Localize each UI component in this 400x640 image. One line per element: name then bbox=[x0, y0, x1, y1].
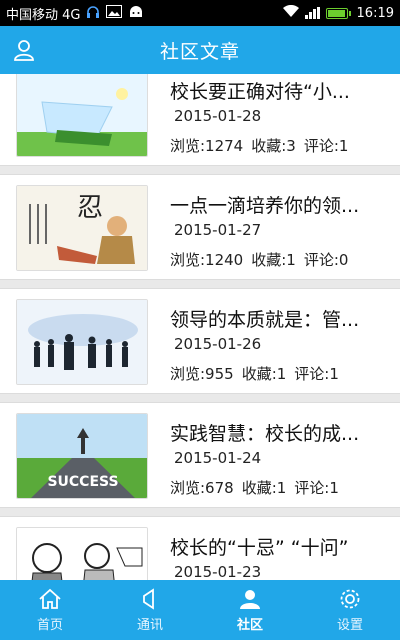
article-card[interactable]: 忍 一点一滴培养你的领... 2015-01-27 浏览:1240 收藏:1 评论:… bbox=[0, 174, 400, 280]
article-card[interactable]: 领导的本质就是：管... 2015-01-26 浏览:955 收藏:1 评论:1 bbox=[0, 288, 400, 394]
tab-settings[interactable]: 设置 bbox=[300, 580, 400, 640]
user-button[interactable] bbox=[8, 34, 40, 66]
article-card[interactable]: 校长的“十忌” “十问” 2015-01-23 bbox=[0, 516, 400, 580]
tab-community[interactable]: 社区 bbox=[200, 580, 300, 640]
svg-text:SUCCESS: SUCCESS bbox=[47, 474, 118, 490]
clock: 16:19 bbox=[356, 5, 394, 21]
article-date: 2015-01-23 bbox=[174, 563, 262, 580]
article-date: 2015-01-24 bbox=[174, 449, 262, 467]
comment-count: 评论:1 bbox=[294, 365, 339, 383]
page-title: 社区文章 bbox=[159, 40, 240, 63]
view-count: 浏览:1274 bbox=[170, 137, 244, 155]
article-title: 校长的“十忌” “十问” bbox=[170, 537, 349, 559]
tab-label: 首页 bbox=[36, 617, 63, 633]
tab-messages[interactable]: 通讯 bbox=[100, 580, 200, 640]
gear-icon bbox=[340, 589, 360, 608]
favorite-count: 收藏:1 bbox=[241, 479, 287, 497]
cartoon-sketch-image bbox=[17, 528, 147, 580]
article-list[interactable]: 校长要正确对待“小... 2015-01-28 浏览:1274 收藏:3 评论:1 … bbox=[0, 74, 400, 580]
bottom-tab-bar: 首页 通讯 社区 设置 bbox=[0, 580, 400, 640]
favorite-count: 收藏:1 bbox=[241, 365, 287, 383]
headset-icon bbox=[86, 5, 100, 22]
article-date: 2015-01-26 bbox=[174, 335, 262, 353]
view-count: 浏览:1240 bbox=[170, 251, 244, 269]
battery-icon bbox=[325, 7, 348, 19]
comment-count: 评论:0 bbox=[303, 251, 349, 269]
user-icon bbox=[14, 40, 34, 61]
tab-label: 社区 bbox=[236, 617, 263, 633]
article-title: 实践智慧：校长的成... bbox=[170, 423, 360, 445]
article-stats: 浏览:1274 收藏:3 评论:1 bbox=[170, 135, 356, 156]
green-landscape-image bbox=[17, 74, 147, 156]
carrier-label: 中国移动 4G bbox=[6, 7, 81, 23]
article-title: 领导的本质就是：管... bbox=[170, 309, 360, 331]
article-card[interactable]: SUCCESS 实践智慧：校长的成... 2015-01-24 浏览:678 收藏… bbox=[0, 402, 400, 508]
article-thumbnail bbox=[16, 74, 148, 157]
article-date: 2015-01-27 bbox=[174, 221, 262, 239]
article-title: 校长要正确对待“小... bbox=[170, 81, 350, 103]
article-date: 2015-01-28 bbox=[174, 107, 262, 125]
comment-count: 评论:1 bbox=[303, 137, 349, 155]
svg-text:忍: 忍 bbox=[77, 193, 103, 223]
article-thumbnail bbox=[16, 527, 148, 580]
community-user-icon bbox=[240, 589, 260, 609]
favorite-count: 收藏:3 bbox=[251, 137, 296, 155]
article-thumbnail bbox=[16, 299, 148, 385]
article-stats: 浏览:955 收藏:1 评论:1 bbox=[170, 363, 347, 384]
favorite-count: 收藏:1 bbox=[251, 251, 296, 269]
view-count: 浏览:955 bbox=[170, 365, 234, 383]
view-count: 浏览:678 bbox=[170, 479, 234, 497]
home-icon bbox=[39, 588, 61, 609]
image-icon bbox=[106, 5, 123, 21]
wifi-icon bbox=[282, 4, 299, 21]
status-bar: 中国移动 4G 16:19 bbox=[0, 0, 400, 26]
article-card[interactable]: 校长要正确对待“小... 2015-01-28 浏览:1274 收藏:3 评论:1 bbox=[0, 74, 400, 166]
tab-label: 设置 bbox=[336, 617, 363, 633]
success-road-image: SUCCESS bbox=[17, 414, 147, 498]
business-silhouettes-image bbox=[17, 300, 147, 384]
app-header: 社区文章 bbox=[0, 26, 400, 74]
article-stats: 浏览:1240 收藏:1 评论:0 bbox=[170, 249, 356, 270]
ink-painting-image: 忍 bbox=[17, 186, 147, 270]
article-stats: 浏览:678 收藏:1 评论:1 bbox=[170, 477, 347, 498]
article-thumbnail: SUCCESS bbox=[16, 413, 148, 499]
article-title: 一点一滴培养你的领... bbox=[170, 195, 360, 217]
tab-label: 通讯 bbox=[136, 617, 163, 633]
article-thumbnail: 忍 bbox=[16, 185, 148, 271]
speaker-icon bbox=[143, 587, 154, 610]
comment-count: 评论:1 bbox=[294, 479, 339, 497]
tab-home[interactable]: 首页 bbox=[0, 580, 100, 640]
signal-icon bbox=[304, 7, 320, 19]
android-icon bbox=[128, 5, 144, 21]
